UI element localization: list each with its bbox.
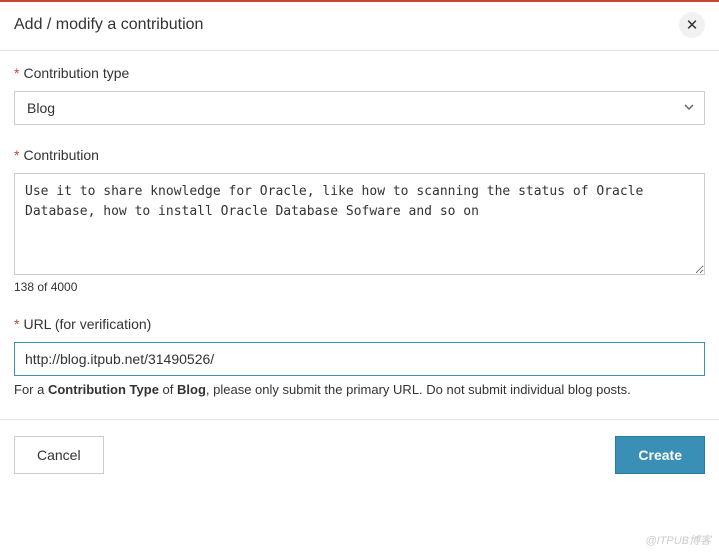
dialog-body: *Contribution type Blog *Contribution 13… — [0, 51, 719, 397]
watermark: @ITPUB博客 — [645, 532, 711, 548]
cancel-button[interactable]: Cancel — [14, 436, 104, 474]
contribution-group: *Contribution 138 of 4000 — [14, 147, 705, 294]
url-group: *URL (for verification) For a Contributi… — [14, 316, 705, 397]
close-icon: ✕ — [686, 16, 699, 34]
contribution-label: *Contribution — [14, 147, 705, 163]
contribution-type-group: *Contribution type Blog — [14, 65, 705, 125]
contribution-textarea[interactable] — [14, 173, 705, 275]
create-button[interactable]: Create — [615, 436, 705, 474]
contribution-type-select[interactable]: Blog — [14, 91, 705, 125]
required-star-icon: * — [14, 65, 19, 81]
required-star-icon: * — [14, 316, 19, 332]
char-count: 138 of 4000 — [14, 280, 705, 294]
contribution-type-label: *Contribution type — [14, 65, 705, 81]
url-helper-text: For a Contribution Type of Blog, please … — [14, 382, 705, 397]
close-button[interactable]: ✕ — [679, 12, 705, 38]
dialog-footer: Cancel Create — [0, 419, 719, 490]
url-label: *URL (for verification) — [14, 316, 705, 332]
url-input[interactable] — [14, 342, 705, 376]
dialog-header: Add / modify a contribution ✕ — [0, 2, 719, 51]
dialog-title: Add / modify a contribution — [14, 16, 203, 34]
required-star-icon: * — [14, 147, 19, 163]
